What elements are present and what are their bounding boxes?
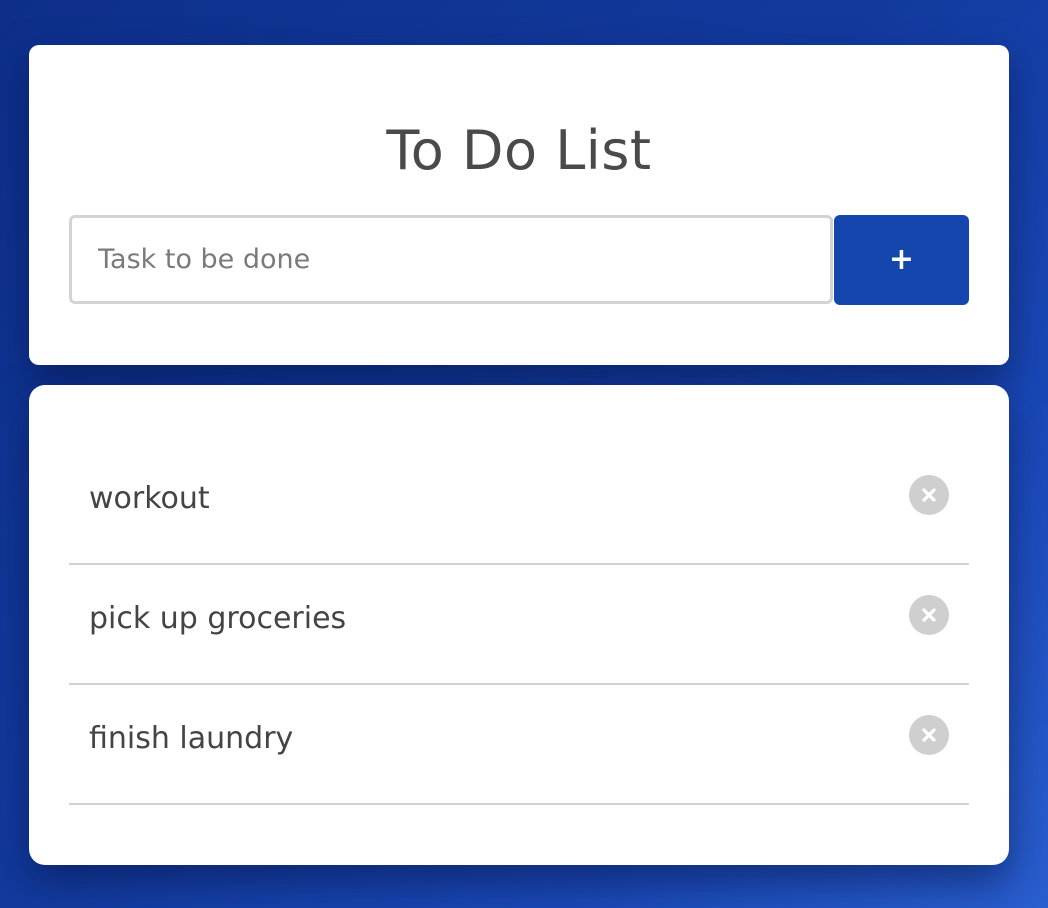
list-item: pick up groceries	[69, 565, 969, 685]
add-task-button[interactable]: +	[834, 215, 969, 305]
delete-task-button[interactable]	[909, 595, 949, 635]
close-icon	[922, 488, 936, 502]
list-item: finish laundry	[69, 685, 969, 805]
task-label: workout	[89, 481, 210, 516]
task-list: workout pick up groceries finish laundry	[69, 445, 969, 805]
list-item: workout	[69, 445, 969, 565]
delete-task-button[interactable]	[909, 475, 949, 515]
task-label: pick up groceries	[89, 601, 347, 636]
task-input[interactable]	[69, 215, 833, 304]
task-label: finish laundry	[89, 721, 294, 756]
header-card: To Do List +	[29, 45, 1009, 365]
close-icon	[922, 728, 936, 742]
delete-task-button[interactable]	[909, 715, 949, 755]
task-list-card: workout pick up groceries finish laundry	[29, 385, 1009, 865]
close-icon	[922, 608, 936, 622]
page-title: To Do List	[386, 119, 652, 182]
